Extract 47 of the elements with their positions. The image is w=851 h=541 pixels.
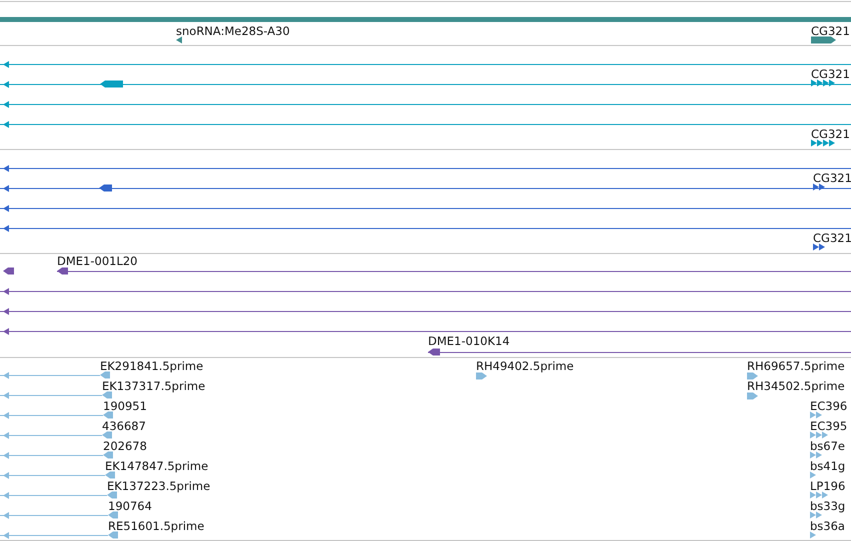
feature-label: bs67e <box>810 439 845 453</box>
feature-glyph[interactable] <box>0 165 851 172</box>
feature-glyph[interactable] <box>0 328 851 335</box>
feature-glyph[interactable] <box>428 348 851 356</box>
feature-glyph[interactable] <box>813 244 825 250</box>
feature-glyph[interactable] <box>0 61 851 68</box>
feature-label: RH69657.5prime <box>747 359 845 373</box>
feature-label: LP196 <box>810 479 846 493</box>
feature-label: EC396 <box>810 399 848 413</box>
feature-label: CG321 <box>811 67 850 81</box>
feature-label: CG321 <box>813 171 851 185</box>
feature-glyph[interactable] <box>0 205 851 212</box>
feature-label: bs41g <box>810 459 846 473</box>
feature-glyph[interactable] <box>0 80 851 88</box>
feature-glyph[interactable] <box>811 36 836 44</box>
feature-label: RE51601.5prime <box>108 519 204 533</box>
feature-label: 190951 <box>103 399 147 413</box>
feature-label: EK147847.5prime <box>105 459 208 473</box>
feature-label: snoRNA:Me28S-A30 <box>176 24 290 38</box>
feature-label: EK137223.5prime <box>107 479 210 493</box>
feature-glyph[interactable] <box>811 140 835 146</box>
feature-glyph[interactable] <box>0 184 851 192</box>
feature-glyph[interactable] <box>0 101 851 108</box>
feature-label: RH34502.5prime <box>747 379 845 393</box>
feature-glyph[interactable] <box>0 308 851 315</box>
feature-glyph[interactable] <box>0 121 851 128</box>
feature-label: CG321 <box>811 24 850 38</box>
feature-label: EK137317.5prime <box>102 379 206 393</box>
feature-label: 190764 <box>108 499 152 513</box>
feature-label: 202678 <box>103 439 147 453</box>
feature-glyph[interactable] <box>813 184 825 190</box>
feature-label: RH49402.5prime <box>476 359 574 373</box>
feature-label: CG321 <box>811 127 850 141</box>
feature-label: EC395 <box>810 419 848 433</box>
feature-glyph[interactable] <box>176 36 182 44</box>
feature-glyph[interactable] <box>811 80 835 86</box>
feature-label: DME1-001L20 <box>57 254 138 268</box>
feature-label: bs36a <box>810 519 845 533</box>
feature-label: 436687 <box>102 419 146 433</box>
feature-glyph[interactable] <box>56 268 851 274</box>
feature-glyph[interactable] <box>0 225 851 232</box>
feature-label: CG321 <box>813 231 851 245</box>
feature-glyph[interactable] <box>0 288 851 295</box>
feature-label: EK291841.5prime <box>100 359 204 373</box>
feature-label: bs33g <box>810 499 846 513</box>
feature-label: DME1-010K14 <box>428 334 510 348</box>
feature-glyph[interactable] <box>3 268 14 274</box>
